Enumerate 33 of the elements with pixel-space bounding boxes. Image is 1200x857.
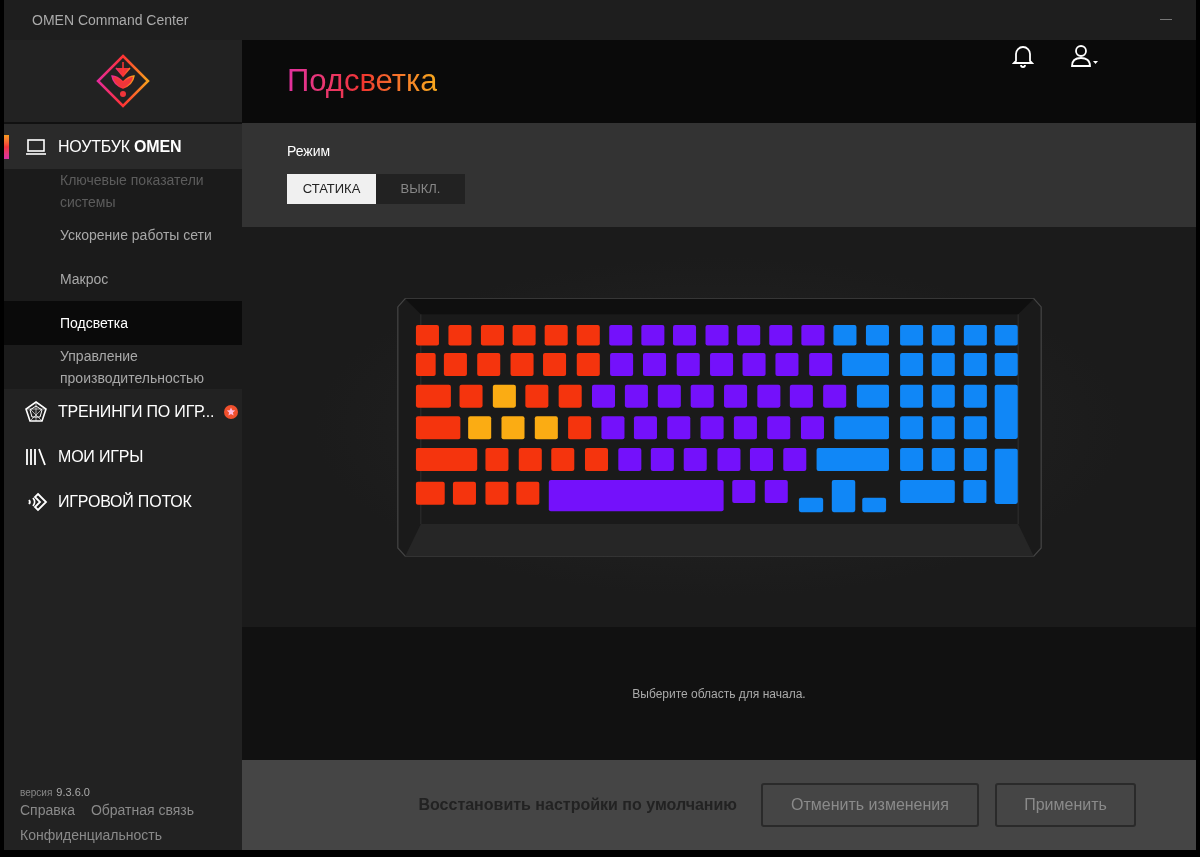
logo-icon (96, 54, 150, 108)
user-icon[interactable] (1070, 44, 1100, 68)
key[interactable] (415, 416, 460, 440)
key[interactable] (567, 416, 591, 440)
sub-nav-item[interactable]: Макрос (4, 257, 242, 301)
key[interactable] (833, 416, 889, 440)
hint-text: Выберите область для начала. (632, 685, 806, 703)
bell-icon[interactable] (1012, 44, 1034, 68)
pentagon-web-icon (24, 399, 48, 424)
active-indicator (4, 135, 9, 159)
mode-tab[interactable]: СТАТИКА (287, 174, 376, 204)
version-number: 9.3.6.0 (56, 784, 90, 800)
footer-link[interactable]: Обратная связь (90, 800, 195, 821)
key[interactable] (963, 416, 987, 440)
sub-nav-item[interactable]: Управление производительностью (4, 345, 242, 389)
key[interactable] (962, 480, 986, 504)
version-label: версия (20, 785, 53, 800)
footer-link[interactable]: Справка (20, 800, 75, 821)
sub-nav-item[interactable]: Подсветка (4, 301, 242, 345)
key[interactable] (899, 416, 923, 440)
sub-nav-item[interactable]: Ускорение работы сети (4, 213, 242, 257)
footer-link[interactable]: Конфиденциальность (20, 825, 162, 846)
key[interactable] (534, 416, 558, 440)
minimize-icon[interactable] (1160, 19, 1172, 21)
mode-tab[interactable]: ВЫКЛ. (376, 174, 465, 204)
key[interactable] (831, 480, 855, 513)
key[interactable] (467, 416, 491, 440)
mode-label: Режим (287, 142, 332, 161)
key[interactable] (501, 416, 524, 440)
nav-item[interactable]: НОУТБУК OMEN (4, 124, 242, 169)
key[interactable] (899, 480, 955, 504)
star-badge-icon (224, 404, 239, 419)
window-title: OMEN Command Center (32, 10, 189, 30)
